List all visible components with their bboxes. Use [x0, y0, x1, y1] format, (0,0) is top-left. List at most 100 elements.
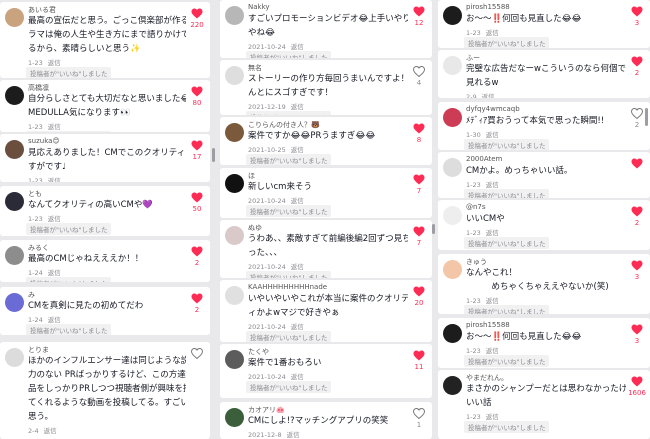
reply-button[interactable]: 返信 — [287, 431, 300, 439]
avatar[interactable] — [5, 86, 24, 105]
like-button[interactable]: 2 — [628, 108, 646, 129]
avatar[interactable] — [5, 8, 24, 27]
avatar[interactable] — [225, 408, 244, 427]
like-button[interactable]: 11 — [410, 350, 428, 371]
like-button[interactable]: 17 — [188, 140, 206, 161]
avatar[interactable] — [443, 260, 462, 279]
reply-button[interactable]: 返信 — [291, 103, 304, 111]
avatar[interactable] — [225, 66, 244, 85]
comment-date: 2-4 — [28, 427, 39, 435]
avatar[interactable] — [225, 226, 244, 245]
comment-username[interactable]: suzuka😊 — [28, 137, 178, 145]
comment-text: まさかのシャンプーだとは思わなかったけどい — [466, 384, 626, 394]
like-button[interactable]: 50 — [188, 192, 206, 213]
reply-button[interactable]: 返信 — [486, 229, 499, 237]
like-button[interactable]: 3 — [628, 324, 646, 345]
reply-button[interactable]: 返信 — [48, 59, 61, 67]
like-button[interactable]: 80 — [188, 86, 206, 107]
reply-button[interactable]: 返信 — [48, 177, 61, 182]
reply-button[interactable]: 返信 — [291, 146, 304, 154]
comment-text: 案件で1番おもろい — [248, 358, 322, 368]
creator-liked-badge: 投稿者が"いいね"しました — [26, 67, 112, 78]
comment-text: やね😂 — [248, 28, 275, 38]
like-button[interactable]: 7 — [410, 174, 428, 195]
like-button[interactable]: 1606 — [628, 376, 646, 397]
reply-button[interactable]: 返信 — [486, 131, 499, 139]
reply-button[interactable]: 返信 — [482, 93, 495, 98]
avatar[interactable] — [5, 140, 24, 159]
avatar[interactable] — [443, 108, 462, 127]
avatar[interactable] — [443, 56, 462, 75]
reply-button[interactable]: 返信 — [48, 215, 61, 223]
reply-button[interactable]: 返信 — [48, 316, 61, 324]
reply-button[interactable]: 返信 — [291, 263, 304, 271]
reply-button[interactable]: 返信 — [486, 297, 499, 305]
reply-button[interactable]: 返信 — [486, 181, 499, 189]
like-button[interactable]: 2 — [188, 246, 206, 267]
avatar[interactable] — [5, 192, 24, 211]
comment-username[interactable]: Nakky — [248, 3, 400, 11]
heart-icon — [631, 56, 643, 67]
like-button[interactable]: 12 — [410, 6, 428, 27]
avatar[interactable] — [443, 158, 462, 177]
reply-button[interactable]: 返信 — [44, 427, 57, 435]
comment-username[interactable]: pirosh15588 — [466, 321, 618, 329]
comment-text: んとにスゴすぎです！ — [248, 88, 334, 98]
like-button[interactable] — [628, 158, 646, 171]
reply-button[interactable]: 返信 — [291, 197, 304, 205]
scrollbar-col2[interactable] — [432, 224, 435, 234]
avatar[interactable] — [225, 174, 244, 193]
reply-button[interactable]: 返信 — [291, 43, 304, 51]
comment-username[interactable]: dyfqy4wmcaqb — [466, 105, 618, 113]
like-button[interactable]: 2 — [628, 206, 646, 227]
avatar[interactable] — [225, 123, 244, 142]
reply-button[interactable]: 返信 — [48, 269, 61, 277]
like-button[interactable] — [188, 348, 206, 361]
scrollbar-col3[interactable] — [645, 108, 648, 126]
heart-icon — [413, 174, 425, 185]
like-button[interactable]: 8 — [410, 123, 428, 144]
like-button[interactable]: 2 — [188, 293, 206, 314]
reply-button[interactable]: 返信 — [486, 29, 499, 37]
like-button[interactable]: 3 — [628, 6, 646, 27]
comment-meta: 1-23 返信 — [466, 179, 499, 189]
avatar[interactable] — [225, 350, 244, 369]
comment-meta: 2021-10-24 返信 — [248, 371, 304, 381]
avatar[interactable] — [5, 246, 24, 265]
avatar[interactable] — [443, 206, 462, 225]
avatar[interactable] — [5, 293, 24, 312]
heart-icon — [413, 408, 425, 419]
heart-icon — [631, 108, 643, 119]
like-button[interactable]: 220 — [188, 8, 206, 29]
avatar[interactable] — [225, 6, 244, 25]
like-button[interactable]: 3 — [628, 260, 646, 281]
like-button[interactable]: 20 — [410, 286, 428, 307]
avatar[interactable] — [225, 286, 244, 305]
comment-text: 見応えありました！CMでこのクオリティはさ — [28, 148, 186, 158]
comment-date: 1-23 — [28, 215, 43, 223]
like-button[interactable]: 2 — [628, 56, 646, 77]
avatar[interactable] — [443, 6, 462, 25]
reply-button[interactable]: 返信 — [291, 373, 304, 381]
avatar[interactable] — [443, 376, 462, 395]
creator-liked-badge: 投稿者が"いいね"しました — [26, 277, 112, 282]
comment-text: てくれるような動画を投稿してる。すごいと — [28, 398, 186, 408]
comment-item: pirosh15588 お〜〜‼️何回も見直した😂😂 1-23 返信 投稿者が"いいね"… — [438, 318, 650, 368]
comment-username[interactable]: KAAHHHHHHHHHnade — [248, 283, 400, 291]
avatar[interactable] — [5, 348, 24, 367]
comment-username[interactable]: pirosh15588 — [466, 3, 618, 11]
reply-button[interactable]: 返信 — [48, 123, 61, 131]
creator-liked-badge: 投稿者が"いいね"しました — [464, 139, 550, 150]
avatar[interactable] — [443, 324, 462, 343]
reply-button[interactable]: 返信 — [486, 347, 499, 355]
like-button[interactable]: 7 — [410, 226, 428, 247]
comment-username[interactable]: @n7s — [466, 203, 618, 211]
reply-button[interactable]: 返信 — [291, 323, 304, 331]
comment-username[interactable]: 2000Atem — [466, 155, 618, 163]
comment-text: CMにしよ!?マッチングアプリの笑笑 — [248, 416, 389, 426]
scrollbar-col1[interactable] — [212, 148, 215, 162]
reply-button[interactable]: 返信 — [486, 413, 499, 421]
like-button[interactable]: 1 — [410, 408, 428, 429]
like-button[interactable]: 4 — [410, 66, 428, 87]
comment-date: 1-23 — [466, 347, 481, 355]
